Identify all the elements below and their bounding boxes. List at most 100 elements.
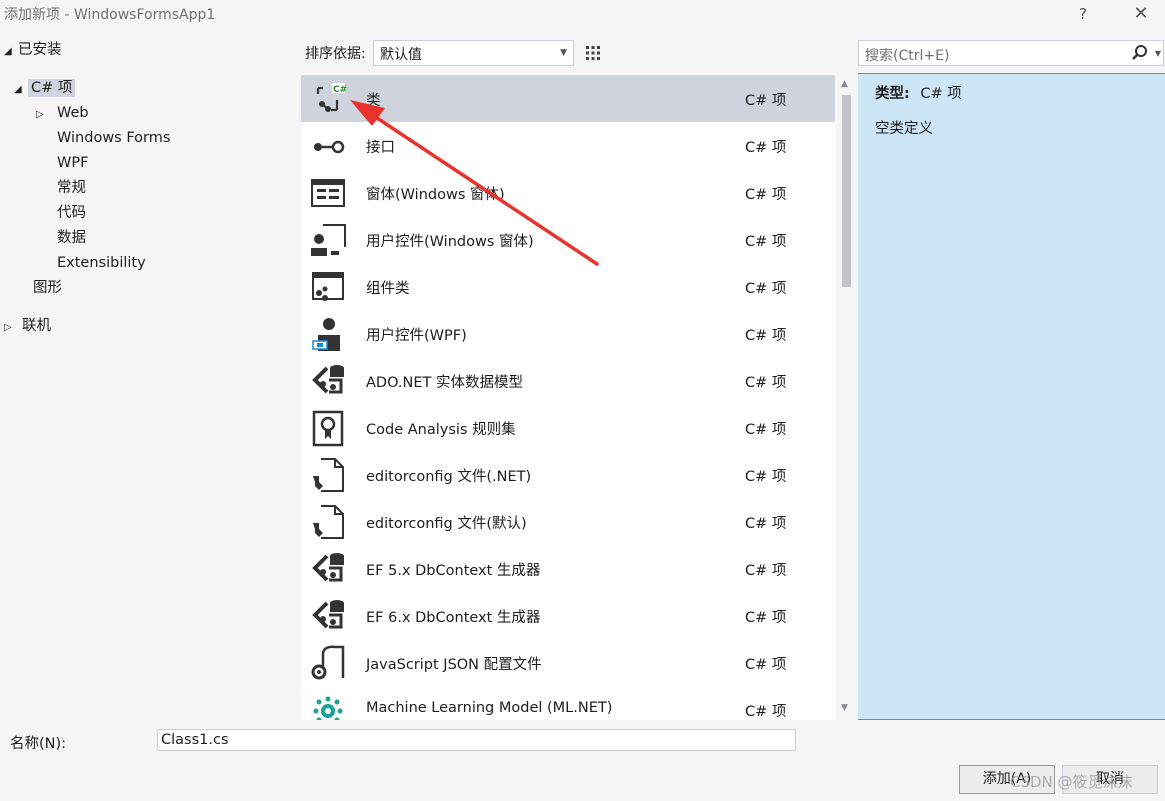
tree-node-code[interactable]: 代码 xyxy=(57,201,86,225)
tree-node-installed[interactable]: ◢ 已安装 xyxy=(4,38,62,62)
tree-node-general[interactable]: 常规 xyxy=(57,176,86,200)
template-category-tree: ◢ 已安装 ◢ C# 项 ▷ Web Windows Forms WPF 常规 代码 … xyxy=(0,34,298,720)
type-line: 类型: C# 项 xyxy=(875,82,1155,103)
list-item[interactable]: 组件类 C# 项 xyxy=(301,263,835,310)
tree-node-graphics[interactable]: 图形 xyxy=(33,276,62,300)
class-icon: C# xyxy=(316,83,347,112)
template-list: C# 类 C# 项 接口 C# 项 窗体(Windows 窗体) C# 项 用户… xyxy=(301,73,858,720)
item-name: 组件类 xyxy=(366,281,410,297)
user-control-icon xyxy=(311,224,346,256)
help-button[interactable]: ? xyxy=(1068,2,1098,26)
item-name: EF 5.x DbContext 生成器 xyxy=(366,563,541,579)
component-icon xyxy=(312,272,344,301)
name-label: 名称(N): xyxy=(10,736,67,752)
item-description: 空类定义 xyxy=(875,121,933,137)
tree-node-data[interactable]: 数据 xyxy=(57,226,86,250)
item-name: 接口 xyxy=(366,140,395,156)
expand-arrow-icon[interactable]: ▷ xyxy=(36,103,50,127)
tree-node-label: Web xyxy=(57,105,89,121)
tree-node-label: C# 项 xyxy=(28,79,76,97)
scrollbar-thumb[interactable] xyxy=(842,95,851,287)
scroll-up-arrow-icon[interactable]: ▲ xyxy=(841,79,848,89)
tree-node-label: Extensibility xyxy=(57,255,146,271)
chevron-down-icon: ▼ xyxy=(560,48,567,58)
json-config-icon xyxy=(311,645,345,680)
list-scrollbar[interactable]: ▲ ▼ xyxy=(836,73,858,720)
list-item[interactable]: 用户控件(Windows 窗体) C# 项 xyxy=(301,216,835,263)
item-name: EF 6.x DbContext 生成器 xyxy=(366,610,541,626)
editorconfig-icon xyxy=(313,505,344,539)
grid-view-button[interactable] xyxy=(580,40,606,66)
bottom-bar: 名称(N): 添加(A) 取消 CSDN @筱觅沫沫 xyxy=(0,720,1165,801)
name-field[interactable] xyxy=(157,729,796,751)
item-type: C# 项 xyxy=(745,140,787,156)
tree-node-wpf[interactable]: WPF xyxy=(57,151,88,175)
grid-view-icon xyxy=(586,46,600,60)
form-icon xyxy=(311,179,345,207)
tree-node-extensibility[interactable]: Extensibility xyxy=(57,251,146,275)
search-input[interactable]: 搜索(Ctrl+E) ▼ xyxy=(858,40,1164,66)
list-item[interactable]: 用户控件(WPF) C# 项 xyxy=(301,310,835,357)
interface-icon xyxy=(314,140,345,154)
item-type: C# 项 xyxy=(745,187,787,203)
item-name: Machine Learning Model (ML.NET) xyxy=(366,700,613,716)
list-item[interactable]: editorconfig 文件(.NET) C# 项 xyxy=(301,451,835,498)
list-item[interactable]: JavaScript JSON 配置文件 C# 项 xyxy=(301,639,835,686)
tree-node-label: 数据 xyxy=(57,230,86,246)
collapse-arrow-icon[interactable]: ◢ xyxy=(4,40,18,64)
list-item[interactable]: C# 类 C# 项 xyxy=(301,75,835,122)
list-item[interactable]: Machine Learning Model (ML.NET) C# 项 xyxy=(301,686,835,720)
item-name: 类 xyxy=(366,93,381,109)
item-type: C# 项 xyxy=(745,516,787,532)
tree-node-online[interactable]: ▷ 联机 xyxy=(4,314,51,338)
close-button[interactable]: ✕ xyxy=(1126,2,1156,26)
item-type: C# 项 xyxy=(745,375,787,391)
scroll-down-arrow-icon[interactable]: ▼ xyxy=(841,703,848,713)
item-type: C# 项 xyxy=(745,93,787,109)
item-type: C# 项 xyxy=(745,563,787,579)
watermark: CSDN @筱觅沫沫 xyxy=(1010,773,1133,791)
wpf-user-control-icon xyxy=(312,318,340,351)
editorconfig-icon xyxy=(313,458,344,492)
ml-model-icon xyxy=(313,696,343,720)
tree-node-web[interactable]: ▷ Web xyxy=(36,101,89,125)
item-type: C# 项 xyxy=(745,704,787,720)
item-type: C# 项 xyxy=(745,657,787,673)
collapse-arrow-icon[interactable]: ◢ xyxy=(14,78,28,102)
item-name: ADO.NET 实体数据模型 xyxy=(366,375,523,391)
tree-node-label: Windows Forms xyxy=(57,130,171,146)
search-placeholder: 搜索(Ctrl+E) xyxy=(865,48,950,64)
item-type: C# 项 xyxy=(745,610,787,626)
window-title: 添加新项 - WindowsFormsApp1 xyxy=(4,7,216,23)
tree-node-label: 已安装 xyxy=(18,42,62,58)
tree-node-label: 常规 xyxy=(57,180,86,196)
item-type: C# 项 xyxy=(745,328,787,344)
expand-arrow-icon[interactable]: ▷ xyxy=(4,316,18,340)
list-item[interactable]: EF 6.x DbContext 生成器 C# 项 xyxy=(301,592,835,639)
tree-node-label: 图形 xyxy=(33,280,62,296)
item-type: C# 项 xyxy=(745,234,787,250)
title-bar: 添加新项 - WindowsFormsApp1 ? ✕ xyxy=(0,0,1165,32)
list-item[interactable]: Code Analysis 规则集 C# 项 xyxy=(301,404,835,451)
list-item[interactable]: EF 5.x DbContext 生成器 C# 项 xyxy=(301,545,835,592)
svg-text:C#: C# xyxy=(333,85,347,95)
list-item[interactable]: ADO.NET 实体数据模型 C# 项 xyxy=(301,357,835,404)
item-type: C# 项 xyxy=(745,422,787,438)
list-item[interactable]: 窗体(Windows 窗体) C# 项 xyxy=(301,169,835,216)
search-icon[interactable] xyxy=(1131,44,1149,62)
item-name: Code Analysis 规则集 xyxy=(366,422,516,438)
dbcontext-icon xyxy=(312,553,344,582)
item-type: C# 项 xyxy=(745,469,787,485)
details-panel: 类型: C# 项 空类定义 xyxy=(875,82,1155,138)
tree-node-label: WPF xyxy=(57,155,89,171)
type-label: 类型: xyxy=(875,86,910,102)
sort-dropdown[interactable]: 默认值 ▼ xyxy=(373,40,574,66)
list-item[interactable]: editorconfig 文件(默认) C# 项 xyxy=(301,498,835,545)
dbcontext-icon xyxy=(312,600,344,629)
tree-node-windows-forms[interactable]: Windows Forms xyxy=(57,126,170,150)
list-item[interactable]: 接口 C# 项 xyxy=(301,122,835,169)
entity-model-icon xyxy=(312,365,344,394)
type-value: C# 项 xyxy=(920,86,962,102)
search-options-chevron-icon[interactable]: ▼ xyxy=(1155,49,1161,58)
tree-node-csharp[interactable]: ◢ C# 项 xyxy=(14,76,76,102)
